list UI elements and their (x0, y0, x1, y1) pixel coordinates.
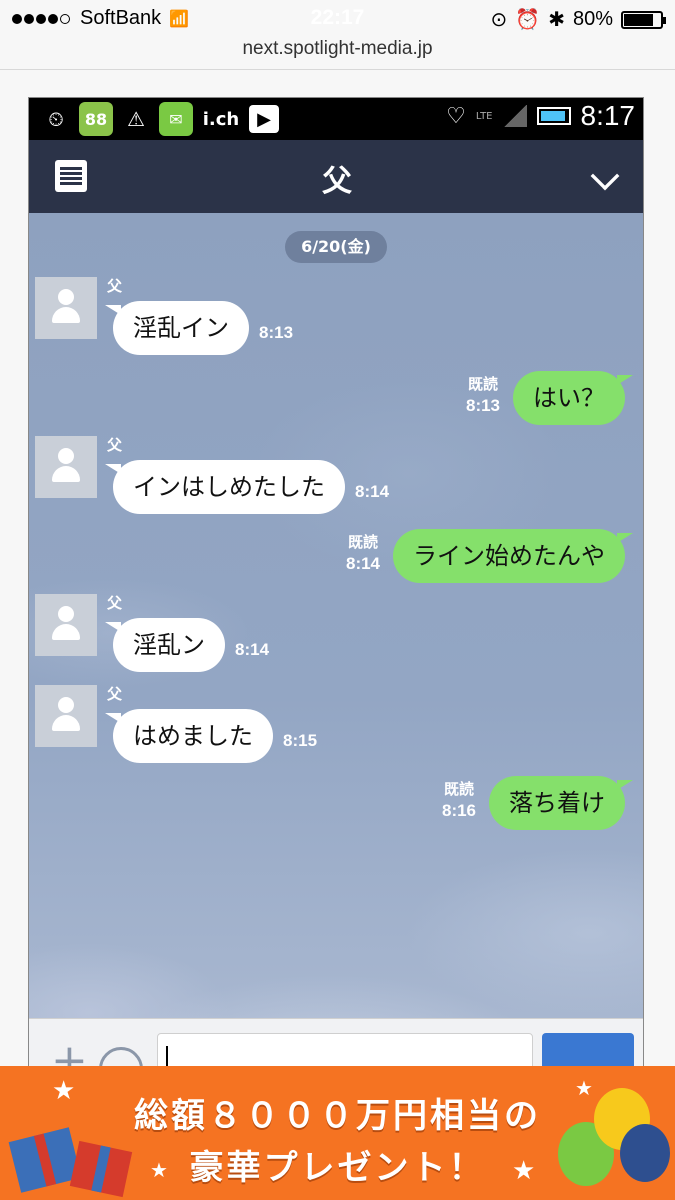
read-receipt: 既読 8:14 (341, 531, 385, 575)
avatar[interactable] (35, 277, 97, 339)
android-battery-icon (536, 107, 571, 125)
avatar[interactable] (35, 594, 97, 656)
message-time: 8:14 (355, 482, 390, 501)
rotation-lock-icon: ⊙ (490, 9, 508, 31)
line-screenshot: ⏲ 88 ⚠ ✉ i.ch ▶ ♡ LTE 8:17 父 6/20(金) 父淫乱… (28, 97, 644, 1077)
message-time: 8:13 (259, 323, 294, 342)
avatar[interactable] (35, 685, 97, 747)
message-time: 8:14 (235, 640, 270, 659)
signal-icon (502, 105, 527, 127)
message-bubble-out[interactable]: 落ち着け (489, 776, 633, 830)
chat-title: 父 (322, 164, 352, 199)
read-label: 既読 (467, 375, 498, 393)
line-chat-icon: ✉ (159, 102, 193, 136)
android-status-bar: ⏲ 88 ⚠ ✉ i.ch ▶ ♡ LTE 8:17 (29, 98, 643, 140)
status-right: ⊙ ⏰ ✱ 80% (490, 7, 666, 32)
url-text: next.spotlight-media.jp (242, 38, 433, 59)
message-bubble-in[interactable]: 淫乱ン (105, 618, 225, 672)
sender-name: 父 (107, 277, 123, 295)
lte-label: LTE (475, 110, 493, 122)
message-bubble-in[interactable]: はめました (105, 709, 273, 763)
url-bar[interactable]: next.spotlight-media.jp (0, 38, 675, 70)
balloon-icon (620, 1124, 670, 1182)
read-label: 既読 (443, 780, 474, 798)
message-time: 8:16 (441, 801, 477, 820)
message-bubble-in[interactable]: 淫乱イン (105, 301, 249, 355)
sender-name: 父 (107, 685, 123, 703)
message-time: 8:15 (283, 731, 318, 750)
ad-banner[interactable]: ★ ★ ★ ★ 総額８０００万円相当の 豪華プレゼント！ (0, 1066, 675, 1200)
alarm-clock-icon: ⏲ (48, 107, 64, 131)
heart-icon: ♡ (446, 103, 466, 129)
sender-name: 父 (107, 594, 123, 612)
alarm-icon: ⏰ (515, 9, 541, 31)
message-bubble-out[interactable]: ライン始めたんや (393, 529, 633, 583)
read-receipt: 既読 8:13 (461, 373, 505, 417)
message-bubble-out[interactable]: はい？ (513, 371, 633, 425)
avatar[interactable] (35, 436, 97, 498)
message-time: 8:14 (345, 554, 381, 573)
play-store-icon: ▶ (249, 105, 279, 133)
warning-icon: ⚠ (127, 107, 145, 131)
ios-status-bar: SoftBank 📶 22:17 ⊙ ⏰ ✱ 80% (0, 0, 675, 38)
chat-header: 父 (29, 140, 643, 213)
sender-name: 父 (107, 436, 123, 454)
message-time: 8:13 (465, 396, 501, 415)
android-time: 8:17 (580, 100, 636, 131)
ich-app-icon: i.ch (202, 108, 240, 130)
chat-area: 6/20(金) 父淫乱イン 8:13 はい？ 既読 8:13 父インはしめたした 8:14 ラ… (29, 213, 643, 1018)
message-bubble-in[interactable]: インはしめたした (105, 460, 345, 514)
read-receipt: 既読 8:16 (437, 778, 481, 822)
read-label: 既読 (347, 533, 378, 551)
battery-icon (621, 10, 666, 29)
android-notification-icon: 88 (79, 102, 113, 136)
battery-percent: 80% (572, 8, 613, 30)
bluetooth-icon: ✱ (548, 9, 565, 31)
date-separator: 6/20(金) (285, 231, 387, 263)
